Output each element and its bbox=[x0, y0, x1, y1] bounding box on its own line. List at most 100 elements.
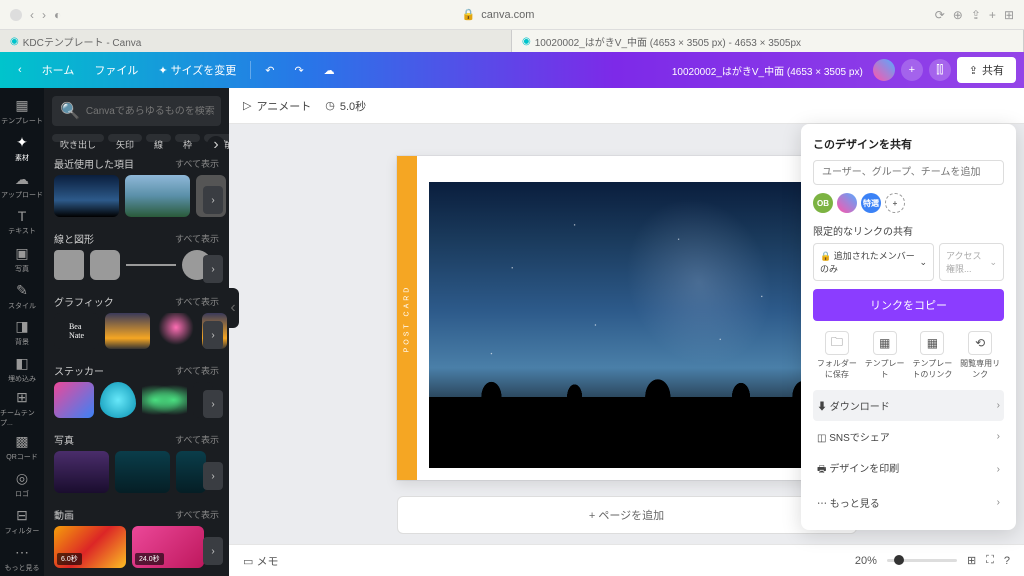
see-all-link[interactable]: すべて表示 bbox=[175, 364, 219, 377]
thumbnail[interactable] bbox=[125, 175, 190, 217]
refresh-icon[interactable]: ⟳ bbox=[935, 8, 945, 22]
analytics-button[interactable]: ⫿⫿ bbox=[929, 59, 951, 81]
new-tab-icon[interactable]: + bbox=[989, 8, 996, 22]
notes-button[interactable]: ▭ メモ bbox=[243, 553, 278, 569]
window-control[interactable] bbox=[10, 9, 22, 21]
print-row[interactable]: 🖶 デザインを印刷› bbox=[813, 452, 1004, 487]
avatar[interactable] bbox=[837, 193, 857, 213]
thumbnail[interactable]: 24.0秒 bbox=[132, 526, 204, 568]
zoom-value[interactable]: 20% bbox=[855, 555, 877, 567]
design-page[interactable]: POST CARD bbox=[397, 156, 857, 480]
nav-photos[interactable]: ▣写真 bbox=[0, 242, 44, 277]
nav-logo[interactable]: ◎ロゴ bbox=[0, 467, 44, 502]
see-all-link[interactable]: すべて表示 bbox=[175, 433, 219, 446]
more-row[interactable]: ⋯ もっと見る› bbox=[813, 487, 1004, 518]
template-link-button[interactable]: ▦テンプレートのリンク bbox=[910, 331, 954, 380]
thumbnail[interactable] bbox=[54, 175, 119, 217]
back-button[interactable]: ‹ bbox=[8, 58, 32, 82]
nav-background[interactable]: ◨背景 bbox=[0, 316, 44, 351]
see-all-link[interactable]: すべて表示 bbox=[175, 157, 219, 170]
nav-apps[interactable]: ⊞チームテンプ... bbox=[0, 389, 44, 428]
nav-templates[interactable]: ▦テンプレート bbox=[0, 94, 44, 129]
sns-share-row[interactable]: ◫ SNSでシェア› bbox=[813, 421, 1004, 452]
thumbnail[interactable] bbox=[100, 382, 136, 418]
thumbnail[interactable] bbox=[54, 382, 94, 418]
grid-view-button[interactable]: ⊞ bbox=[967, 554, 976, 567]
thumbnail[interactable] bbox=[115, 451, 170, 493]
share-button[interactable]: ⇪ 共有 bbox=[957, 57, 1016, 83]
link-permission-select[interactable]: アクセス権限...⌄ bbox=[939, 243, 1004, 281]
link-scope-select[interactable]: 🔒 追加されたメンバーのみ⌄ bbox=[813, 243, 934, 281]
thumbnail[interactable] bbox=[54, 451, 109, 493]
duration-button[interactable]: ◷5.0秒 bbox=[325, 98, 366, 114]
nav-elements[interactable]: ✦素材 bbox=[0, 131, 44, 166]
duration-badge: 6.0秒 bbox=[57, 553, 82, 565]
document-title[interactable]: 10020002_はがきV_中面 (4653 × 3505 px) bbox=[668, 63, 867, 78]
shape-line[interactable] bbox=[126, 250, 176, 280]
filter-chip[interactable]: 矢印 bbox=[108, 134, 142, 142]
view-link-button[interactable]: ⟲閲覧専用リンク bbox=[958, 331, 1002, 380]
thumbnail[interactable]: BeaNate bbox=[54, 313, 99, 349]
chip-scroll-right[interactable]: › bbox=[207, 136, 225, 150]
file-menu[interactable]: ファイル bbox=[84, 56, 148, 84]
shape-square[interactable] bbox=[54, 250, 84, 280]
row-scroll-right[interactable]: › bbox=[203, 255, 223, 283]
thumbnail[interactable] bbox=[105, 313, 150, 349]
panel-collapse-handle[interactable]: ‹ bbox=[227, 288, 239, 328]
share-icon[interactable]: ⇪ bbox=[971, 8, 981, 22]
page-image[interactable] bbox=[429, 182, 845, 468]
nav-styles[interactable]: ✎スタイル bbox=[0, 279, 44, 314]
thumbnail[interactable] bbox=[156, 313, 196, 349]
save-folder-button[interactable]: 🗀フォルダーに保存 bbox=[815, 331, 859, 380]
copy-link-button[interactable]: リンクをコピー bbox=[813, 289, 1004, 321]
filter-chip[interactable]: 線 bbox=[146, 134, 171, 142]
fullscreen-button[interactable]: ⛶ bbox=[986, 554, 994, 567]
download-icon: ⬇ bbox=[817, 402, 827, 413]
row-scroll-right[interactable]: › bbox=[203, 537, 223, 565]
avatar[interactable]: OB bbox=[813, 193, 833, 213]
nav-projects[interactable]: ◧埋め込み bbox=[0, 352, 44, 387]
browser-tab[interactable]: ◉ 10020002_はがきV_中面 (4653 × 3505 px) - 46… bbox=[512, 30, 1024, 52]
resize-button[interactable]: ✦ サイズを変更 bbox=[148, 56, 246, 84]
help-button[interactable]: ? bbox=[1004, 555, 1010, 567]
row-scroll-right[interactable]: › bbox=[203, 186, 223, 214]
thumbnail[interactable] bbox=[176, 451, 206, 493]
shape-rounded[interactable] bbox=[90, 250, 120, 280]
add-page-button[interactable]: + ページを追加 bbox=[397, 496, 857, 534]
back-icon[interactable]: ‹ bbox=[30, 8, 34, 22]
shield-icon: ◐ bbox=[54, 8, 61, 22]
add-person-button[interactable]: + bbox=[885, 193, 905, 213]
share-people-input[interactable] bbox=[813, 160, 1004, 185]
download-icon[interactable]: ⊕ bbox=[953, 8, 963, 22]
see-all-link[interactable]: すべて表示 bbox=[175, 295, 219, 308]
nav-more[interactable]: ⋯もっと見る bbox=[0, 541, 44, 576]
browser-tab[interactable]: ◉ KDCテンプレート - Canva bbox=[0, 30, 512, 52]
undo-button[interactable]: ↶ bbox=[255, 58, 284, 83]
nav-filter[interactable]: ⊟フィルター bbox=[0, 504, 44, 539]
forward-icon[interactable]: › bbox=[42, 8, 46, 22]
row-scroll-right[interactable]: › bbox=[203, 462, 223, 490]
download-row[interactable]: ⬇ ダウンロード› bbox=[813, 390, 1004, 421]
filter-chip[interactable]: 吹き出し bbox=[52, 134, 104, 142]
filter-chip[interactable]: 枠 bbox=[175, 134, 200, 142]
see-all-link[interactable]: すべて表示 bbox=[175, 508, 219, 521]
animate-button[interactable]: ▷アニメート bbox=[243, 98, 311, 114]
avatar[interactable]: 特選 bbox=[861, 193, 881, 213]
zoom-slider[interactable] bbox=[887, 559, 957, 562]
avatar[interactable] bbox=[873, 59, 895, 81]
nav-text[interactable]: Tテキスト bbox=[0, 205, 44, 240]
template-button[interactable]: ▦テンプレート bbox=[863, 331, 907, 380]
thumbnail[interactable] bbox=[142, 382, 187, 418]
home-button[interactable]: ホーム bbox=[32, 56, 85, 84]
thumbnail[interactable]: 6.0秒 bbox=[54, 526, 126, 568]
see-all-link[interactable]: すべて表示 bbox=[175, 232, 219, 245]
row-scroll-right[interactable]: › bbox=[203, 321, 223, 349]
nav-uploads[interactable]: ☁アップロード bbox=[0, 168, 44, 203]
nav-qr[interactable]: ▩QRコード bbox=[0, 430, 44, 465]
row-scroll-right[interactable]: › bbox=[203, 390, 223, 418]
tabs-icon[interactable]: ⊞ bbox=[1004, 8, 1014, 22]
search-field[interactable] bbox=[86, 106, 218, 117]
redo-button[interactable]: ↷ bbox=[284, 58, 313, 83]
add-collaborator-button[interactable]: + bbox=[901, 59, 923, 81]
search-input[interactable]: 🔍 bbox=[52, 96, 221, 126]
